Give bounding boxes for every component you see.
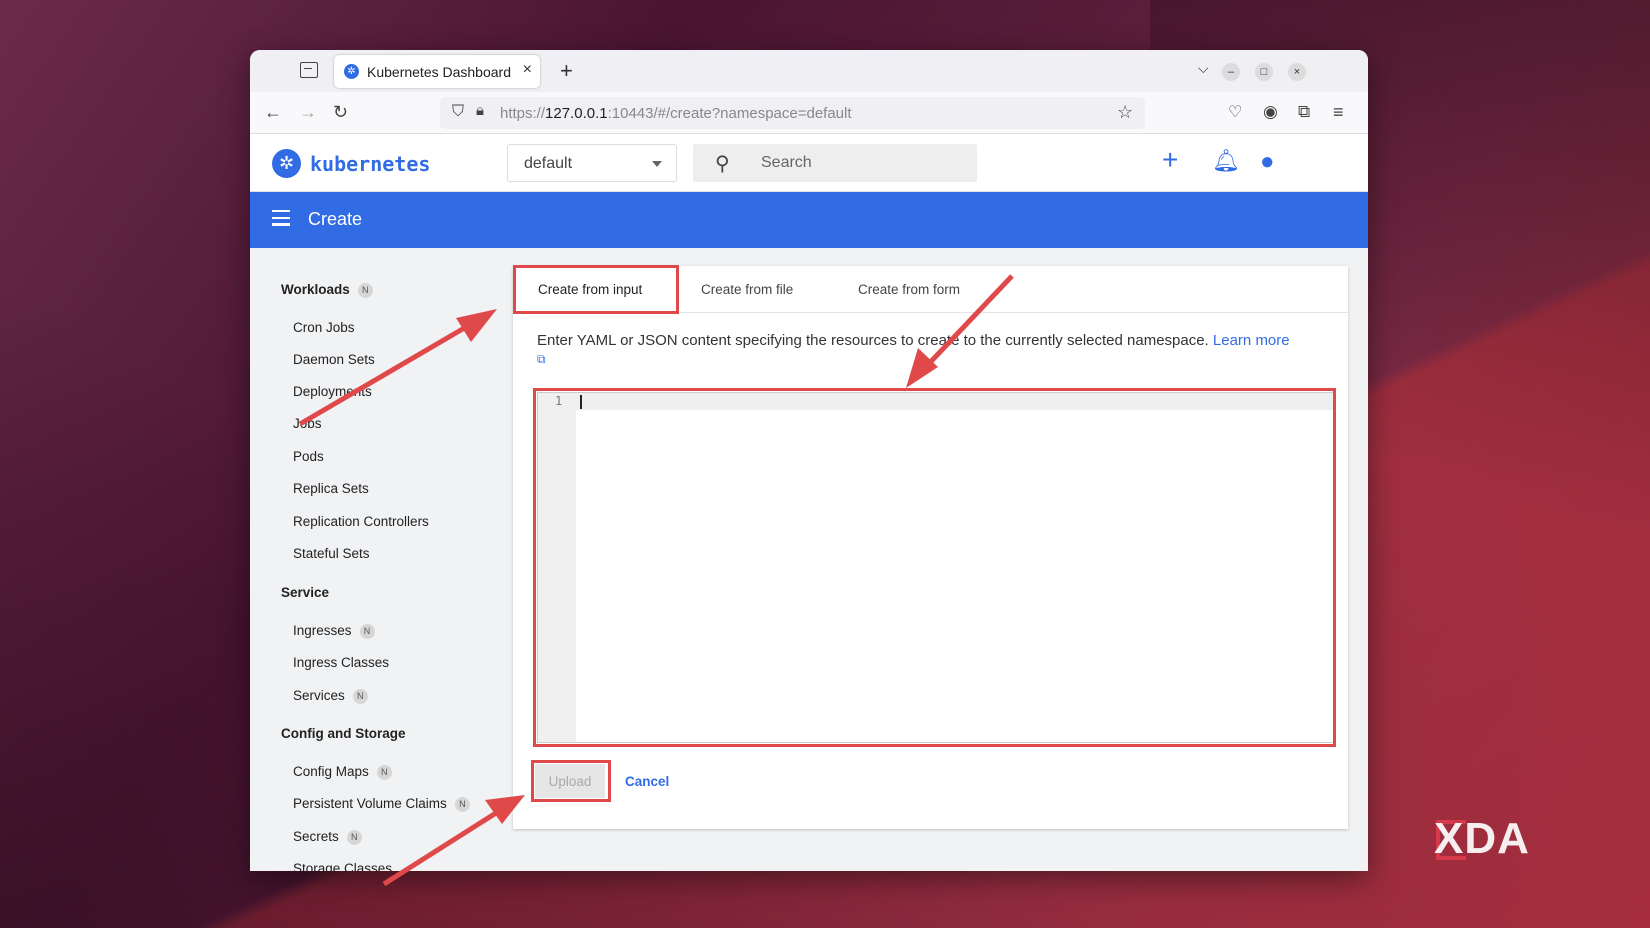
add-resource-icon[interactable]: + <box>1162 144 1178 176</box>
url-bar[interactable]: ⛉ 🔒︎ https://127.0.0.1:10443/#/create?na… <box>440 97 1145 129</box>
brand-name[interactable]: kubernetes <box>310 152 430 176</box>
kubernetes-logo-icon[interactable]: ✲ <box>272 149 301 178</box>
tab-create-from-file[interactable]: Create from file <box>701 282 793 297</box>
kubernetes-favicon-icon: ✲ <box>344 64 359 79</box>
sidebar-item-ingresses[interactable]: Ingresses N <box>293 623 375 639</box>
namespaced-badge: N <box>359 624 375 639</box>
browser-window: ✲ Kubernetes Dashboard × + ⌵ – □ × ← → ↻… <box>250 50 1368 871</box>
tab-strip: ✲ Kubernetes Dashboard × + ⌵ – □ × <box>250 50 1368 92</box>
create-card: Create from input Create from file Creat… <box>513 265 1348 829</box>
tab-overview-icon[interactable] <box>300 62 318 78</box>
cancel-button[interactable]: Cancel <box>625 764 669 798</box>
namespaced-badge: N <box>346 830 362 845</box>
close-window-icon[interactable]: × <box>1288 63 1306 81</box>
sidebar-section-workloads[interactable]: Workloads N <box>281 282 373 298</box>
extensions-icon[interactable]: ⧉ <box>1298 102 1310 122</box>
sidebar-item-cron-jobs[interactable]: Cron Jobs <box>293 320 355 335</box>
namespaced-badge: N <box>454 797 470 812</box>
sidebar-item-storage-classes[interactable]: Storage Classes <box>293 861 392 871</box>
create-tabs: Create from input Create from file Creat… <box>513 265 1348 314</box>
lock-icon[interactable]: 🔒︎ <box>476 102 484 119</box>
namespace-select[interactable]: default <box>507 144 677 182</box>
create-description: Enter YAML or JSON content specifying th… <box>537 332 1290 366</box>
annotation-highlight-editor <box>533 388 1336 747</box>
search-box[interactable]: ⚲ <box>693 144 977 182</box>
xda-watermark: XDA <box>1434 814 1530 863</box>
user-account-icon[interactable]: ● <box>1260 148 1275 176</box>
sidebar-item-ingress-classes[interactable]: Ingress Classes <box>293 655 389 670</box>
tab-create-from-form[interactable]: Create from form <box>858 282 960 297</box>
maximize-icon[interactable]: □ <box>1255 63 1273 81</box>
namespaced-badge: N <box>357 283 373 298</box>
external-link-icon[interactable]: ⧉ <box>537 352 546 366</box>
bookmark-star-icon[interactable]: ☆ <box>1117 102 1133 123</box>
sidebar-item-pods[interactable]: Pods <box>293 449 324 464</box>
hamburger-menu-icon[interactable] <box>272 210 290 226</box>
app-menu-icon[interactable]: ≡ <box>1333 102 1344 123</box>
content-area: Workloads N Cron Jobs Daemon Sets Deploym… <box>250 248 1368 871</box>
app-header: ✲ kubernetes default ⚲ + 🔔︎ ● <box>250 134 1368 192</box>
url-text: https://127.0.0.1:10443/#/create?namespa… <box>500 105 852 122</box>
minimize-icon[interactable]: – <box>1222 63 1240 81</box>
search-input[interactable] <box>761 153 961 173</box>
namespace-value: default <box>524 155 573 172</box>
namespaced-badge: N <box>376 765 392 780</box>
sidebar-item-deployments[interactable]: Deployments <box>293 384 372 399</box>
dropdown-caret-icon <box>652 161 662 167</box>
notifications-bell-icon[interactable]: 🔔︎ <box>1212 148 1240 174</box>
search-icon: ⚲ <box>715 153 730 175</box>
page-title: Create <box>308 209 363 229</box>
sidebar-item-replication-controllers[interactable]: Replication Controllers <box>293 514 429 529</box>
namespaced-badge: N <box>352 689 368 704</box>
tab-list-chevron-icon[interactable]: ⌵ <box>1198 60 1209 77</box>
pocket-icon[interactable]: ♡ <box>1228 102 1242 122</box>
tab-title: Kubernetes Dashboard <box>367 63 511 80</box>
annotation-highlight-upload <box>531 760 611 802</box>
sidebar-item-jobs[interactable]: Jobs <box>293 416 322 431</box>
annotation-highlight-tab <box>513 265 679 314</box>
learn-more-link[interactable]: Learn more <box>1213 332 1290 349</box>
sidebar: Workloads N Cron Jobs Daemon Sets Deploym… <box>250 248 490 871</box>
back-icon[interactable]: ← <box>264 102 282 123</box>
tab-close-icon[interactable]: × <box>523 61 532 79</box>
shield-icon[interactable]: ⛉ <box>452 103 464 121</box>
page-toolbar: Create <box>250 192 1368 248</box>
sidebar-item-stateful-sets[interactable]: Stateful Sets <box>293 546 370 561</box>
reload-icon[interactable]: ↻ <box>333 102 348 123</box>
sidebar-item-services[interactable]: Services N <box>293 688 368 704</box>
sidebar-item-config-maps[interactable]: Config Maps N <box>293 764 392 780</box>
sidebar-item-daemon-sets[interactable]: Daemon Sets <box>293 352 375 367</box>
account-icon[interactable]: ◉ <box>1263 102 1278 122</box>
forward-icon[interactable]: → <box>299 102 317 123</box>
navigation-bar: ← → ↻ ⛉ 🔒︎ https://127.0.0.1:10443/#/cre… <box>250 92 1368 134</box>
new-tab-icon[interactable]: + <box>560 58 573 84</box>
browser-tab[interactable]: ✲ Kubernetes Dashboard × <box>334 55 540 88</box>
sidebar-section-service[interactable]: Service <box>281 585 329 600</box>
sidebar-section-config-storage[interactable]: Config and Storage <box>281 726 406 741</box>
sidebar-item-persistent-volume-claims[interactable]: Persistent Volume Claims N <box>293 796 470 812</box>
sidebar-item-replica-sets[interactable]: Replica Sets <box>293 481 369 496</box>
sidebar-item-secrets[interactable]: Secrets N <box>293 829 362 845</box>
